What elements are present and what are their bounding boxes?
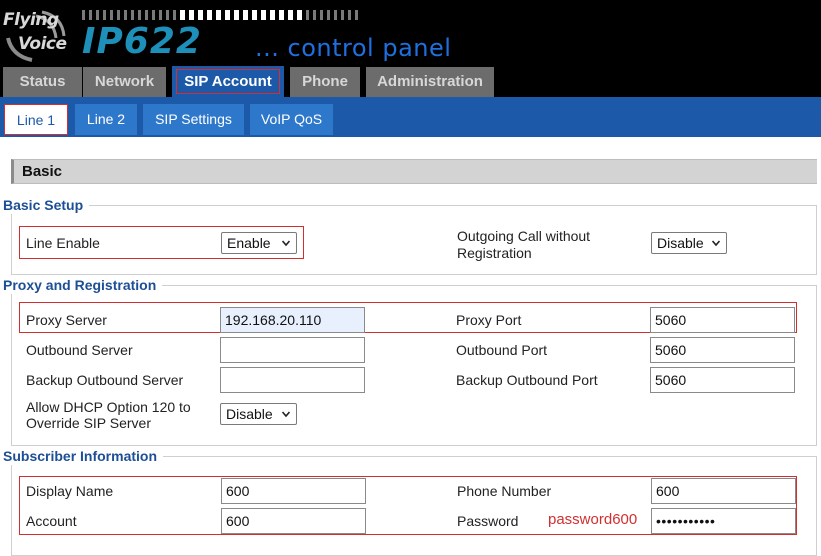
subtab-line-1[interactable]: Line 1 [4,104,68,135]
decorative-tick [234,10,239,20]
proxy-server-label: Proxy Server [26,312,107,328]
decorative-tick [279,10,284,20]
section-title-proxy: Proxy and Registration [3,276,163,294]
tab-label: Administration [377,73,483,90]
decorative-tick [261,10,266,20]
select-value: Enable [227,235,271,251]
select-value: Disable [226,406,273,422]
dhcp-option-select[interactable]: Disable [220,403,297,425]
account-input[interactable]: 600 [221,508,366,534]
tab-phone[interactable]: Phone [290,67,360,97]
decorative-tick [145,10,148,20]
logo-text-flying: Flying [3,10,59,30]
decorative-tick [355,10,358,20]
outbound-port-input[interactable]: 5060 [650,337,795,363]
decorative-tick [82,10,85,20]
decorative-tick [288,10,293,20]
decorative-tick [173,10,176,20]
decorative-tick [348,10,351,20]
decorative-tick [207,10,212,20]
decorative-tick [110,10,113,20]
tab-label: Phone [302,73,348,90]
tab-network[interactable]: Network [83,67,166,97]
section-basic-header: Basic [11,159,817,184]
chevron-down-icon [712,240,720,247]
backup-outbound-port-input[interactable]: 5060 [650,367,795,393]
select-value: Disable [657,235,704,251]
tab-label: SIP Account [176,69,280,94]
display-name-input[interactable]: 600 [221,478,366,504]
outbound-server-label: Outbound Server [26,342,133,358]
decorative-tick [225,10,230,20]
phone-number-label: Phone Number [457,483,552,499]
line-enable-label: Line Enable [26,235,100,251]
outgoing-call-label-line1: Outgoing Call without [457,228,591,244]
decorative-tick [306,10,309,20]
decorative-tick [320,10,323,20]
decorative-tick [313,10,316,20]
decorative-tick [117,10,120,20]
account-label: Account [26,513,77,529]
password-hint: password600 [548,511,638,528]
dhcp-option-label-line1: Allow DHCP Option 120 to [26,399,191,415]
decorative-tick [138,10,141,20]
decorative-ticks [82,10,358,20]
dhcp-option-label-line2: Override SIP Server [26,415,152,431]
decorative-tick [152,10,155,20]
tab-administration[interactable]: Administration [366,67,494,97]
chevron-down-icon [282,240,290,247]
outgoing-call-select[interactable]: Disable [651,232,727,254]
decorative-tick [189,10,194,20]
display-name-label: Display Name [26,483,114,499]
decorative-tick [89,10,92,20]
outbound-port-label: Outbound Port [456,342,548,358]
line-enable-select[interactable]: Enable [221,232,297,254]
section-title-subscriber: Subscriber Information [3,447,164,465]
password-input[interactable]: ••••••••••• [651,508,796,534]
subtab-sip-settings[interactable]: SIP Settings [143,104,244,135]
tab-sip-account[interactable]: SIP Account [172,66,284,97]
outbound-server-input[interactable] [220,337,365,363]
subtab-voip-qos[interactable]: VoIP QoS [250,104,333,135]
decorative-tick [180,10,185,20]
decorative-tick [297,10,302,20]
model-name: IP622 [82,21,202,62]
tagline: ... control panel [255,34,452,62]
proxy-port-label: Proxy Port [456,312,522,328]
decorative-tick [198,10,203,20]
section-title-basic-setup: Basic Setup [3,196,90,214]
chevron-down-icon [282,411,290,418]
tab-status[interactable]: Status [3,67,82,97]
decorative-tick [103,10,106,20]
decorative-tick [341,10,344,20]
proxy-server-input[interactable]: 192.168.20.110 [220,307,365,333]
tab-label: Network [94,73,155,90]
outgoing-call-label-line2: Registration [457,245,532,261]
logo-text-voice: Voice [18,34,67,54]
subtab-line-2[interactable]: Line 2 [75,104,137,135]
proxy-port-input[interactable]: 5060 [650,307,795,333]
decorative-tick [159,10,162,20]
decorative-tick [96,10,99,20]
decorative-tick [243,10,248,20]
decorative-tick [124,10,127,20]
decorative-tick [327,10,330,20]
backup-outbound-port-label: Backup Outbound Port [456,372,598,388]
decorative-tick [334,10,337,20]
decorative-tick [270,10,275,20]
decorative-tick [166,10,169,20]
tab-label: Status [19,73,66,90]
backup-outbound-server-label: Backup Outbound Server [26,372,184,388]
password-label: Password [457,513,519,529]
backup-outbound-server-input[interactable] [220,367,365,393]
decorative-tick [216,10,221,20]
decorative-tick [252,10,257,20]
decorative-tick [131,10,134,20]
phone-number-input[interactable]: 600 [651,478,796,504]
